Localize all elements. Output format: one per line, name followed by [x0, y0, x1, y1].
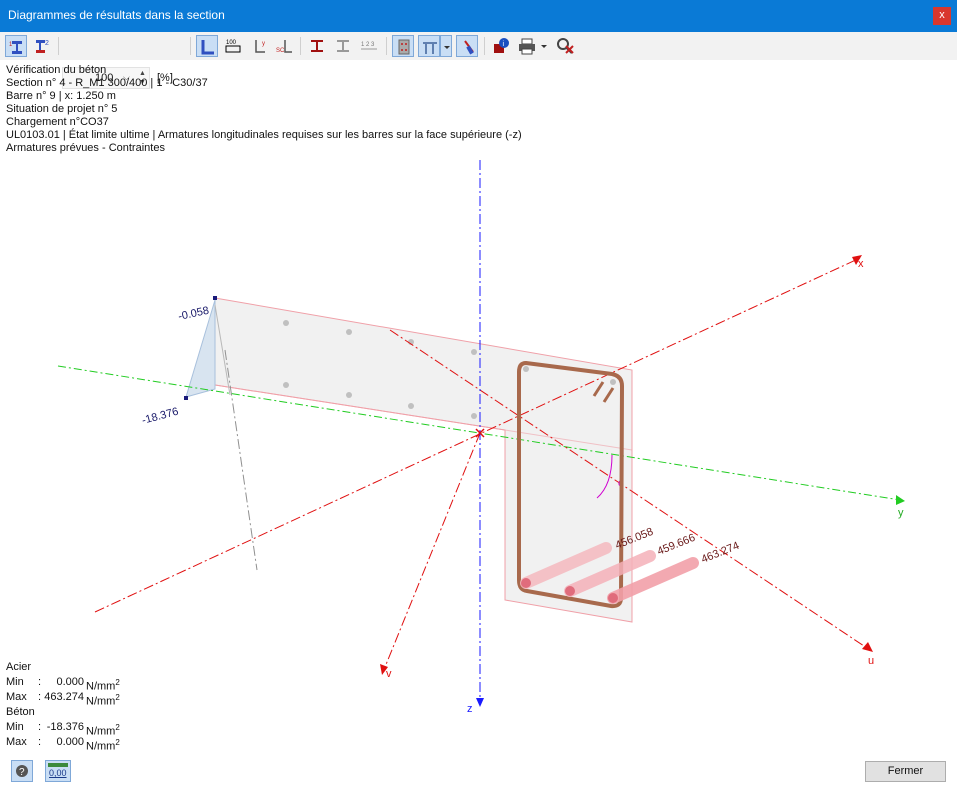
legend-unit: N/mm2 [86, 738, 120, 753]
svg-text:SC: SC [276, 48, 285, 54]
legend-min-label: Min [6, 721, 24, 733]
z-axis-arrow [476, 698, 484, 707]
render-solid-icon[interactable] [392, 35, 414, 57]
rebar-end [608, 593, 618, 603]
legend-steel-max-value: 463.274 [44, 691, 84, 703]
legend-concrete-min-value: -18.376 [46, 721, 84, 733]
v-axis-label: v [386, 668, 392, 680]
info-line: Armatures prévues - Contraintes [6, 142, 165, 154]
legend-max-label: Max [6, 691, 27, 703]
legend-colon: : [38, 676, 42, 688]
section-outline-icon[interactable] [196, 35, 218, 57]
info-line: Situation de projet n° 5 [6, 103, 118, 115]
legend-steel-title: Acier [6, 661, 32, 673]
help-icon: ? [16, 765, 28, 778]
concrete-bottom-value: -18.376 [141, 406, 180, 427]
legend-colon: : [38, 721, 42, 733]
legend-steel-min-value: 0.000 [56, 676, 84, 688]
concrete-top-value: -0.058 [177, 305, 210, 323]
close-window-button[interactable]: x [933, 7, 951, 25]
toolbar-separator [386, 37, 387, 55]
steel-bar-value: 459.666 [656, 532, 697, 558]
toolbar-separator [190, 37, 191, 55]
legend-concrete-max-value: 0.000 [56, 736, 84, 748]
toolbar-separator [300, 37, 301, 55]
print-dropdown-icon[interactable] [538, 35, 550, 57]
member-alt-icon[interactable] [332, 35, 354, 57]
info-panel: Vérification du béton Section n° 4 - R_M… [6, 64, 522, 155]
u-axis-label: u [868, 655, 874, 667]
toolbar-separator [484, 37, 485, 55]
svg-text:?: ? [19, 767, 25, 778]
legend-colon: : [38, 736, 42, 748]
v-axis [382, 432, 481, 673]
legend-min-label: Min [6, 676, 24, 688]
section-results-icon[interactable]: 1 [5, 35, 27, 57]
legend-concrete-title: Béton [6, 706, 35, 718]
values-icon-text: 0,00 [49, 768, 67, 778]
window-title: Diagrammes de résultats dans la section [8, 8, 225, 22]
svg-text:2: 2 [45, 40, 49, 47]
svg-text:100: 100 [226, 40, 237, 46]
render-mode-icon[interactable] [418, 35, 440, 57]
info-icon[interactable]: i [490, 35, 512, 57]
show-values-button[interactable]: 0,00 [45, 760, 71, 782]
y-axis-arrow [896, 495, 905, 505]
z-axis-label: z [467, 703, 473, 715]
title-bar: Diagrammes de résultats dans la section … [0, 0, 957, 32]
svg-text:1 2 3: 1 2 3 [361, 42, 375, 48]
values-icon-bar [48, 763, 68, 767]
section-diagram-viewport[interactable]: y x u v z α -0.058 -18.376 456.058 459.6… [0, 160, 957, 720]
stress-points-icon[interactable]: SC [274, 35, 296, 57]
y-axis-label: y [898, 507, 904, 519]
x-axis-label: x [858, 258, 864, 270]
close-button[interactable]: Fermer [865, 761, 946, 782]
stress-point [213, 296, 217, 300]
help-button[interactable]: ? [11, 760, 33, 782]
svg-text:y: y [262, 41, 265, 47]
pointer-icon[interactable] [456, 35, 478, 57]
toolbar-separator [58, 37, 59, 55]
info-line: Vérification du béton [6, 64, 107, 76]
legend-colon: : [38, 691, 42, 703]
axes-icon[interactable]: y [250, 35, 272, 57]
info-line: Barre n° 9 | x: 1.250 m [6, 90, 116, 102]
info-line: UL0103.01 | État limite ultime | Armatur… [6, 129, 522, 141]
render-dropdown-icon[interactable] [440, 35, 452, 57]
legend-unit: N/mm2 [86, 693, 120, 708]
stress-point [184, 396, 188, 400]
steel-bar-value: 463.274 [700, 540, 741, 566]
info-line: Section n° 4 - R_M1 300/400 | 1 - C30/37 [6, 77, 208, 89]
info-line: Chargement n°CO37 [6, 116, 109, 128]
values-icon[interactable]: 100 [222, 35, 244, 57]
toolbar: 1 2 100 ⌵ ▲ ▼ [%] 100 y SC 1 2 3 i [0, 32, 957, 89]
print-icon[interactable] [516, 35, 538, 57]
numbering-icon[interactable]: 1 2 3 [358, 35, 380, 57]
zoom-reset-icon[interactable] [554, 35, 576, 57]
rebar-end [521, 578, 531, 588]
rebar-end [565, 586, 575, 596]
legend-max-label: Max [6, 736, 27, 748]
stress-icon[interactable]: 2 [31, 35, 53, 57]
member-icon[interactable] [306, 35, 328, 57]
u-axis-arrow [862, 642, 873, 652]
